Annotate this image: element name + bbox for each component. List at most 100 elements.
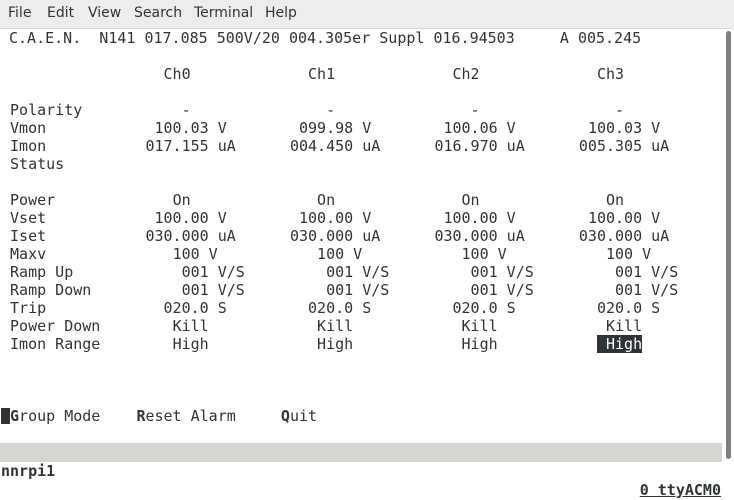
value-ch2[interactable]: On bbox=[462, 191, 480, 209]
param-label: Vmon bbox=[10, 119, 47, 137]
command-label: uit bbox=[289, 407, 318, 425]
command-group-mode[interactable]: Group Mode bbox=[10, 407, 100, 425]
value-ch1[interactable]: 004.450 uA bbox=[290, 137, 380, 155]
menu-search[interactable]: Search bbox=[134, 5, 182, 21]
value-ch3[interactable]: Kill bbox=[606, 317, 642, 335]
hotkey: Q bbox=[280, 407, 290, 425]
channel-header-row: Ch0 Ch1 Ch2 Ch3 bbox=[0, 65, 722, 83]
value-ch3[interactable]: 005.305 uA bbox=[579, 137, 669, 155]
channel-header-ch3: Ch3 bbox=[596, 65, 625, 83]
cursor bbox=[1, 408, 10, 424]
value-ch0[interactable]: 100.03 V bbox=[155, 119, 227, 137]
value-ch3[interactable]: - bbox=[615, 101, 624, 119]
param-row-vset: Vset 100.00 V 100.00 V 100.00 V 100.00 V bbox=[0, 209, 722, 227]
value-ch0[interactable]: 020.0 S bbox=[164, 299, 227, 317]
value-ch2[interactable]: 100 V bbox=[462, 245, 507, 263]
param-row-ramp-up: Ramp Up 001 V/S 001 V/S 001 V/S 001 V/S bbox=[0, 263, 722, 281]
value-ch2[interactable]: 016.970 uA bbox=[434, 137, 524, 155]
value-ch1[interactable]: 001 V/S bbox=[326, 281, 389, 299]
value-ch0[interactable]: 017.155 uA bbox=[145, 137, 235, 155]
value-ch2[interactable]: - bbox=[471, 101, 480, 119]
value-ch3-selected[interactable]: High bbox=[596, 335, 643, 353]
value-ch1[interactable]: High bbox=[317, 335, 353, 353]
param-label: Maxv bbox=[10, 245, 47, 263]
command-reset-alarm[interactable]: Reset Alarm bbox=[136, 407, 235, 425]
param-label: Imon bbox=[10, 137, 47, 155]
value-ch3[interactable]: 020.0 S bbox=[597, 299, 660, 317]
channel-header-ch0: Ch0 bbox=[163, 65, 191, 83]
param-label: Polarity bbox=[10, 101, 83, 119]
scrollbar-thumb[interactable] bbox=[726, 31, 731, 459]
value-ch1[interactable]: 100 V bbox=[317, 245, 362, 263]
header-line: C.A.E.N. N141 017.085 500V/20 004.305er … bbox=[9, 29, 642, 47]
param-row-power-down: Power Down Kill Kill Kill Kill bbox=[0, 317, 722, 335]
command-label: roup Mode bbox=[19, 407, 101, 425]
value-ch3[interactable]: 100 V bbox=[606, 245, 651, 263]
value-ch0[interactable]: 100 V bbox=[173, 245, 218, 263]
command-bar: Group Mode Reset Alarm Quit bbox=[0, 407, 722, 425]
value-ch3[interactable]: 100.03 V bbox=[588, 119, 660, 137]
channel-header-ch1: Ch1 bbox=[308, 65, 336, 83]
param-label: Status bbox=[10, 155, 65, 173]
value-ch0[interactable]: High bbox=[173, 335, 209, 353]
command-quit[interactable]: Quit bbox=[281, 407, 317, 425]
value-ch1[interactable]: On bbox=[317, 191, 335, 209]
status-window[interactable]: 0 ttyACM0 bbox=[640, 481, 721, 500]
value-ch2[interactable]: 100.06 V bbox=[443, 119, 515, 137]
value-ch0[interactable]: 001 V/S bbox=[182, 281, 245, 299]
scrollbar[interactable] bbox=[722, 29, 734, 462]
value-ch1[interactable]: 001 V/S bbox=[326, 263, 389, 281]
param-row-maxv: Maxv 100 V 100 V 100 V 100 V bbox=[0, 245, 722, 263]
terminal[interactable]: C.A.E.N. N141 017.085 500V/20 004.305er … bbox=[0, 29, 722, 443]
menu-bar: File Edit View Search Terminal Help bbox=[0, 0, 734, 29]
param-row-imon-range: Imon Range High High High High bbox=[0, 335, 722, 353]
value-ch2[interactable]: 020.0 S bbox=[453, 299, 516, 317]
param-row-status: Status bbox=[0, 155, 722, 173]
value-ch1[interactable]: 020.0 S bbox=[308, 299, 371, 317]
menu-terminal[interactable]: Terminal bbox=[194, 5, 253, 21]
param-label: Ramp Down bbox=[10, 281, 92, 299]
status-bar: nnrpi1 0 ttyACM0 bbox=[0, 443, 722, 499]
value-ch1[interactable]: Kill bbox=[317, 317, 353, 335]
param-label: Power Down bbox=[10, 317, 101, 335]
value-ch0[interactable]: 100.00 V bbox=[155, 209, 227, 227]
param-row-polarity: Polarity - - - - bbox=[0, 101, 722, 119]
param-label: Power bbox=[10, 191, 56, 209]
value-ch3[interactable]: 030.000 uA bbox=[579, 227, 669, 245]
param-row-ramp-down: Ramp Down 001 V/S 001 V/S 001 V/S 001 V/S bbox=[0, 281, 722, 299]
value-ch3[interactable]: On bbox=[606, 191, 624, 209]
value-ch1[interactable]: - bbox=[326, 101, 335, 119]
menu-file[interactable]: File bbox=[8, 5, 31, 21]
command-label: eset Alarm bbox=[145, 407, 236, 425]
value-ch3[interactable]: 100.00 V bbox=[588, 209, 660, 227]
menu-edit[interactable]: Edit bbox=[47, 5, 74, 21]
value-ch3[interactable]: 001 V/S bbox=[615, 263, 678, 281]
value-ch2[interactable]: High bbox=[462, 335, 498, 353]
value-ch2[interactable]: Kill bbox=[462, 317, 498, 335]
param-row-iset: Iset 030.000 uA 030.000 uA 030.000 uA 030.00… bbox=[0, 227, 722, 245]
param-row-vmon: Vmon 100.03 V 099.98 V 100.06 V 100.03 V bbox=[0, 119, 722, 137]
value-ch1[interactable]: 030.000 uA bbox=[290, 227, 380, 245]
value-ch3[interactable]: 001 V/S bbox=[615, 281, 678, 299]
value-ch0[interactable]: 030.000 uA bbox=[145, 227, 235, 245]
value-ch1[interactable]: 100.00 V bbox=[299, 209, 371, 227]
param-label: Iset bbox=[10, 227, 47, 245]
param-label: Imon Range bbox=[10, 335, 101, 353]
value-ch0[interactable]: - bbox=[182, 101, 191, 119]
value-ch0[interactable]: On bbox=[173, 191, 191, 209]
menu-view[interactable]: View bbox=[88, 5, 121, 21]
param-row-trip: Trip 020.0 S 020.0 S 020.0 S 020.0 S bbox=[0, 299, 722, 317]
param-label: Trip bbox=[10, 299, 47, 317]
menu-help[interactable]: Help bbox=[265, 5, 297, 21]
status-host: nnrpi1 bbox=[1, 462, 56, 480]
value-ch2[interactable]: 001 V/S bbox=[471, 281, 534, 299]
param-row-blank bbox=[0, 173, 722, 191]
channel-header-ch2: Ch2 bbox=[452, 65, 480, 83]
value-ch2[interactable]: 100.00 V bbox=[443, 209, 515, 227]
value-ch2[interactable]: 030.000 uA bbox=[434, 227, 524, 245]
value-ch0[interactable]: 001 V/S bbox=[182, 263, 245, 281]
value-ch1[interactable]: 099.98 V bbox=[299, 119, 371, 137]
param-row-power: Power On On On On bbox=[0, 191, 722, 209]
value-ch2[interactable]: 001 V/S bbox=[471, 263, 534, 281]
value-ch0[interactable]: Kill bbox=[173, 317, 209, 335]
